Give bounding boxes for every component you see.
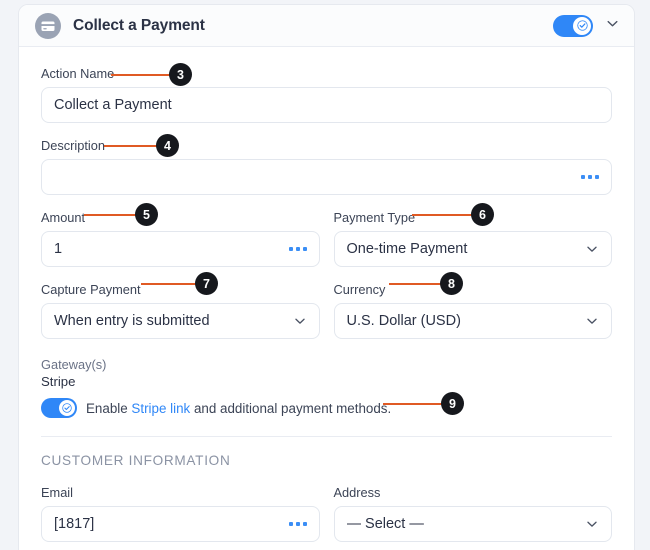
toggle-knob [573,17,591,35]
stripe-link-row: Enable Stripe link and additional paymen… [41,398,612,418]
payment-type-select[interactable]: One-time Payment [334,231,613,267]
action-name-input[interactable]: Collect a Payment [41,87,612,123]
address-field: Address — Select — [334,484,613,542]
email-address-row: Email [1817] Address — Select — [41,484,612,550]
currency-select[interactable]: U.S. Dollar (USD) [334,303,613,339]
check-icon [62,403,72,413]
section-divider [41,436,612,437]
description-field: Description [41,137,612,195]
email-field: Email [1817] [41,484,320,542]
amount-input[interactable]: 1 [41,231,320,267]
currency-field: Currency U.S. Dollar (USD) [334,281,613,339]
capture-payment-field: Capture Payment When entry is submitted [41,281,320,339]
card-header-controls [553,15,620,37]
card-header: Collect a Payment [19,5,634,47]
toggle-knob [59,400,75,416]
card-body: Action Name Collect a Payment Descriptio… [19,47,634,550]
description-ellipsis-icon[interactable] [581,175,599,179]
screenshot-root: Collect a Payment [0,0,650,550]
stripe-enable-text-after: and additional payment methods. [190,401,391,416]
amount-ellipsis-icon[interactable] [289,247,307,251]
stripe-link[interactable]: Stripe link [131,401,190,416]
email-ellipsis-icon[interactable] [289,522,307,526]
amount-label: Amount [41,210,85,225]
payment-type-label: Payment Type [334,210,416,225]
payment-type-value: One-time Payment [347,241,578,257]
amount-value: 1 [54,241,281,257]
address-label: Address [334,485,381,500]
email-input[interactable]: [1817] [41,506,320,542]
amount-payment-type-row: Amount 1 Payment Type One-time Payment [41,209,612,281]
currency-value: U.S. Dollar (USD) [347,313,578,329]
gateway-section: Gateway(s) Stripe Enable Stripe link and… [41,357,612,418]
address-chevron-down-icon[interactable] [585,517,599,531]
check-icon [577,20,588,31]
currency-label: Currency [334,282,386,297]
email-value: [1817] [54,516,281,532]
action-name-label: Action Name [41,66,114,81]
gateway-label: Gateway(s) [41,357,612,372]
payment-type-chevron-down-icon[interactable] [585,242,599,256]
capture-payment-label: Capture Payment [41,282,141,297]
currency-chevron-down-icon[interactable] [585,314,599,328]
stripe-link-toggle[interactable] [41,398,77,418]
capture-payment-value: When entry is submitted [54,313,285,329]
capture-payment-chevron-down-icon[interactable] [293,314,307,328]
gateway-name: Stripe [41,374,612,389]
collect-a-payment-card: Collect a Payment [18,4,635,550]
email-label: Email [41,485,73,500]
payment-type-field: Payment Type One-time Payment [334,209,613,267]
address-select[interactable]: — Select — [334,506,613,542]
action-name-value: Collect a Payment [54,97,599,113]
card-title: Collect a Payment [73,17,205,35]
address-value: — Select — [347,516,578,532]
capture-payment-select[interactable]: When entry is submitted [41,303,320,339]
stripe-enable-text-before: Enable [86,401,131,416]
description-label: Description [41,138,105,153]
collapse-chevron-down-icon[interactable] [605,16,620,36]
action-name-field: Action Name Collect a Payment [41,65,612,123]
customer-information-title: CUSTOMER INFORMATION [41,453,612,468]
description-input[interactable] [41,159,612,195]
credit-card-icon [35,13,61,39]
amount-field: Amount 1 [41,209,320,267]
capture-currency-row: Capture Payment When entry is submitted … [41,281,612,353]
action-enabled-toggle[interactable] [553,15,593,37]
stripe-link-description: Enable Stripe link and additional paymen… [86,401,391,416]
